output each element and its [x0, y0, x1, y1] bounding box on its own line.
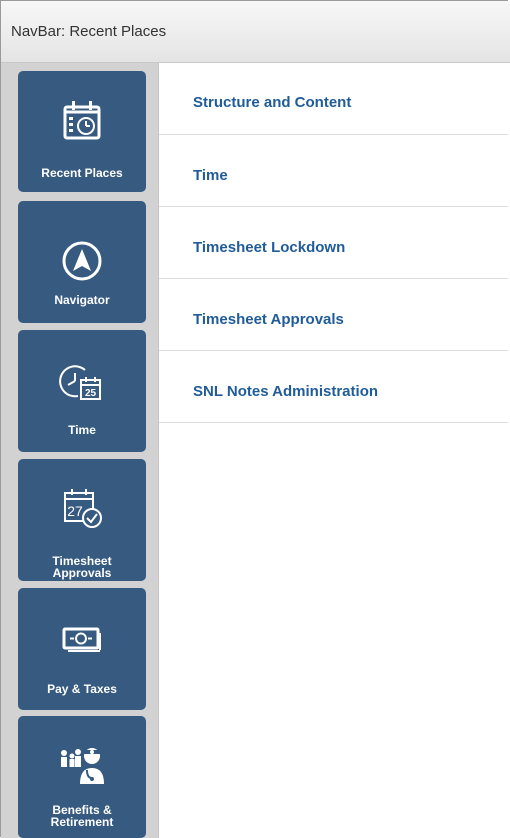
recent-place-link-label[interactable]: SNL Notes Administration — [193, 383, 378, 400]
tile-label: Pay & Taxes — [47, 682, 117, 696]
recent-place-link[interactable]: Time — [159, 135, 508, 207]
tile-label: Benefits & Retirement — [50, 803, 114, 829]
calendar-day-text: 27 — [67, 503, 83, 519]
tile-pay-taxes[interactable]: Pay & Taxes — [18, 588, 146, 710]
recent-place-link-label[interactable]: Time — [193, 167, 228, 184]
calendar-check-icon: 27 — [64, 489, 102, 528]
money-icon — [62, 627, 101, 652]
navbar-header: NavBar: Recent Places — [1, 1, 510, 63]
tile-navigator[interactable]: Navigator — [18, 201, 146, 323]
recent-place-link[interactable]: Timesheet Approvals — [159, 279, 508, 351]
recent-place-link-label[interactable]: Timesheet Approvals — [193, 311, 344, 328]
recent-place-link[interactable]: Structure and Content — [159, 63, 508, 135]
compass-arrow-icon — [62, 241, 102, 281]
calendar-day-text: 25 — [85, 388, 97, 399]
calendar-clock-icon — [63, 101, 101, 140]
tile-recent-places[interactable]: Recent Places — [18, 71, 146, 192]
tile-label: Time — [68, 423, 96, 437]
tile-label: Navigator — [54, 293, 110, 307]
recent-place-link[interactable]: SNL Notes Administration — [159, 351, 508, 423]
tile-time[interactable]: 25 Time — [18, 330, 146, 452]
clock-calendar-icon: 25 — [59, 365, 101, 400]
tile-label: Recent Places — [41, 166, 123, 180]
recent-places-list: Structure and Content Time Timesheet Loc… — [159, 63, 508, 423]
navbar-title: NavBar: Recent Places — [11, 23, 167, 40]
tile-timesheet-approvals[interactable]: 27 Timesheet Approvals — [18, 459, 146, 581]
family-doctor-icon — [61, 748, 104, 784]
tile-benefits-retirement[interactable]: Benefits & Retirement — [18, 716, 146, 838]
recent-place-link-label[interactable]: Timesheet Lockdown — [193, 239, 345, 256]
recent-place-link[interactable]: Timesheet Lockdown — [159, 207, 508, 279]
navbar-sidebar: Recent Places Navigator 25 Time 27 Times… — [1, 63, 159, 838]
navbar-panel: NavBar: Recent Places Recent Places Navi… — [0, 0, 510, 838]
tile-label: Timesheet Approvals — [52, 554, 112, 580]
recent-place-link-label[interactable]: Structure and Content — [193, 94, 351, 111]
